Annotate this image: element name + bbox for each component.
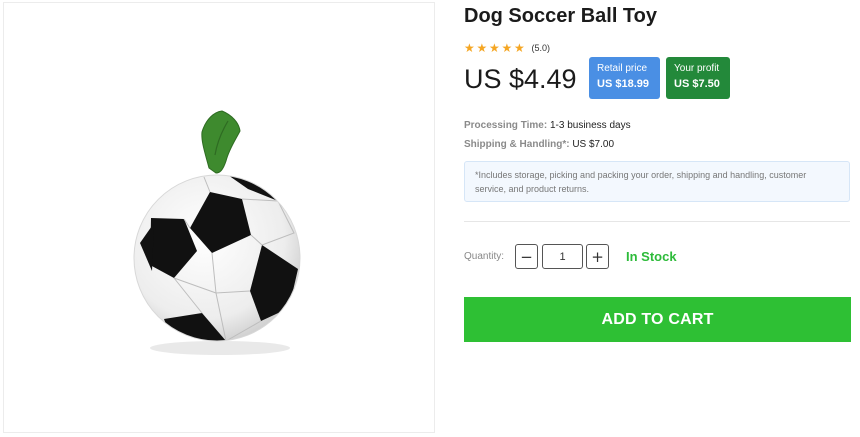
rating-stars: ★ ★ ★ ★ ★ <box>464 42 527 54</box>
quantity-increase-button[interactable]: + <box>586 244 609 269</box>
shipping-label: Shipping & Handling*: <box>464 139 570 150</box>
profit-badge: Your profit US $7.50 <box>666 57 730 99</box>
add-to-cart-button[interactable]: ADD TO CART <box>464 297 851 342</box>
shipping-note: *Includes storage, picking and packing y… <box>464 161 850 202</box>
retail-price-badge: Retail price US $18.99 <box>589 57 660 99</box>
shipping-row: Shipping & Handling*: US $7.00 <box>464 139 614 150</box>
profit-value: US $7.50 <box>674 78 720 90</box>
product-title: Dog Soccer Ball Toy <box>464 5 658 27</box>
star-icon: ★ <box>476 41 488 55</box>
star-icon: ★ <box>514 41 525 55</box>
profit-label: Your profit <box>674 63 720 74</box>
retail-price-value: US $18.99 <box>597 78 649 90</box>
rating-value: (5.0) <box>531 43 551 53</box>
processing-time-label: Processing Time: <box>464 120 548 131</box>
processing-time-value: 1-3 business days <box>549 120 631 131</box>
product-image <box>133 110 301 355</box>
product-price: US $4.49 <box>464 64 577 94</box>
star-icon: ★ <box>501 41 513 55</box>
stock-status: In Stock <box>626 249 677 264</box>
quantity-label: Quantity: <box>464 251 505 262</box>
star-icon: ★ <box>464 41 475 55</box>
divider <box>464 221 850 222</box>
star-icon: ★ <box>489 41 500 55</box>
quantity-decrease-button[interactable]: − <box>515 244 538 269</box>
rating: ★ ★ ★ ★ ★ (5.0) <box>464 42 550 54</box>
retail-price-label: Retail price <box>597 63 648 74</box>
processing-time-row: Processing Time: 1-3 business days <box>464 120 631 131</box>
product-image-panel <box>3 2 435 433</box>
shipping-value: US $7.00 <box>572 139 615 150</box>
quantity-input[interactable] <box>542 244 583 269</box>
